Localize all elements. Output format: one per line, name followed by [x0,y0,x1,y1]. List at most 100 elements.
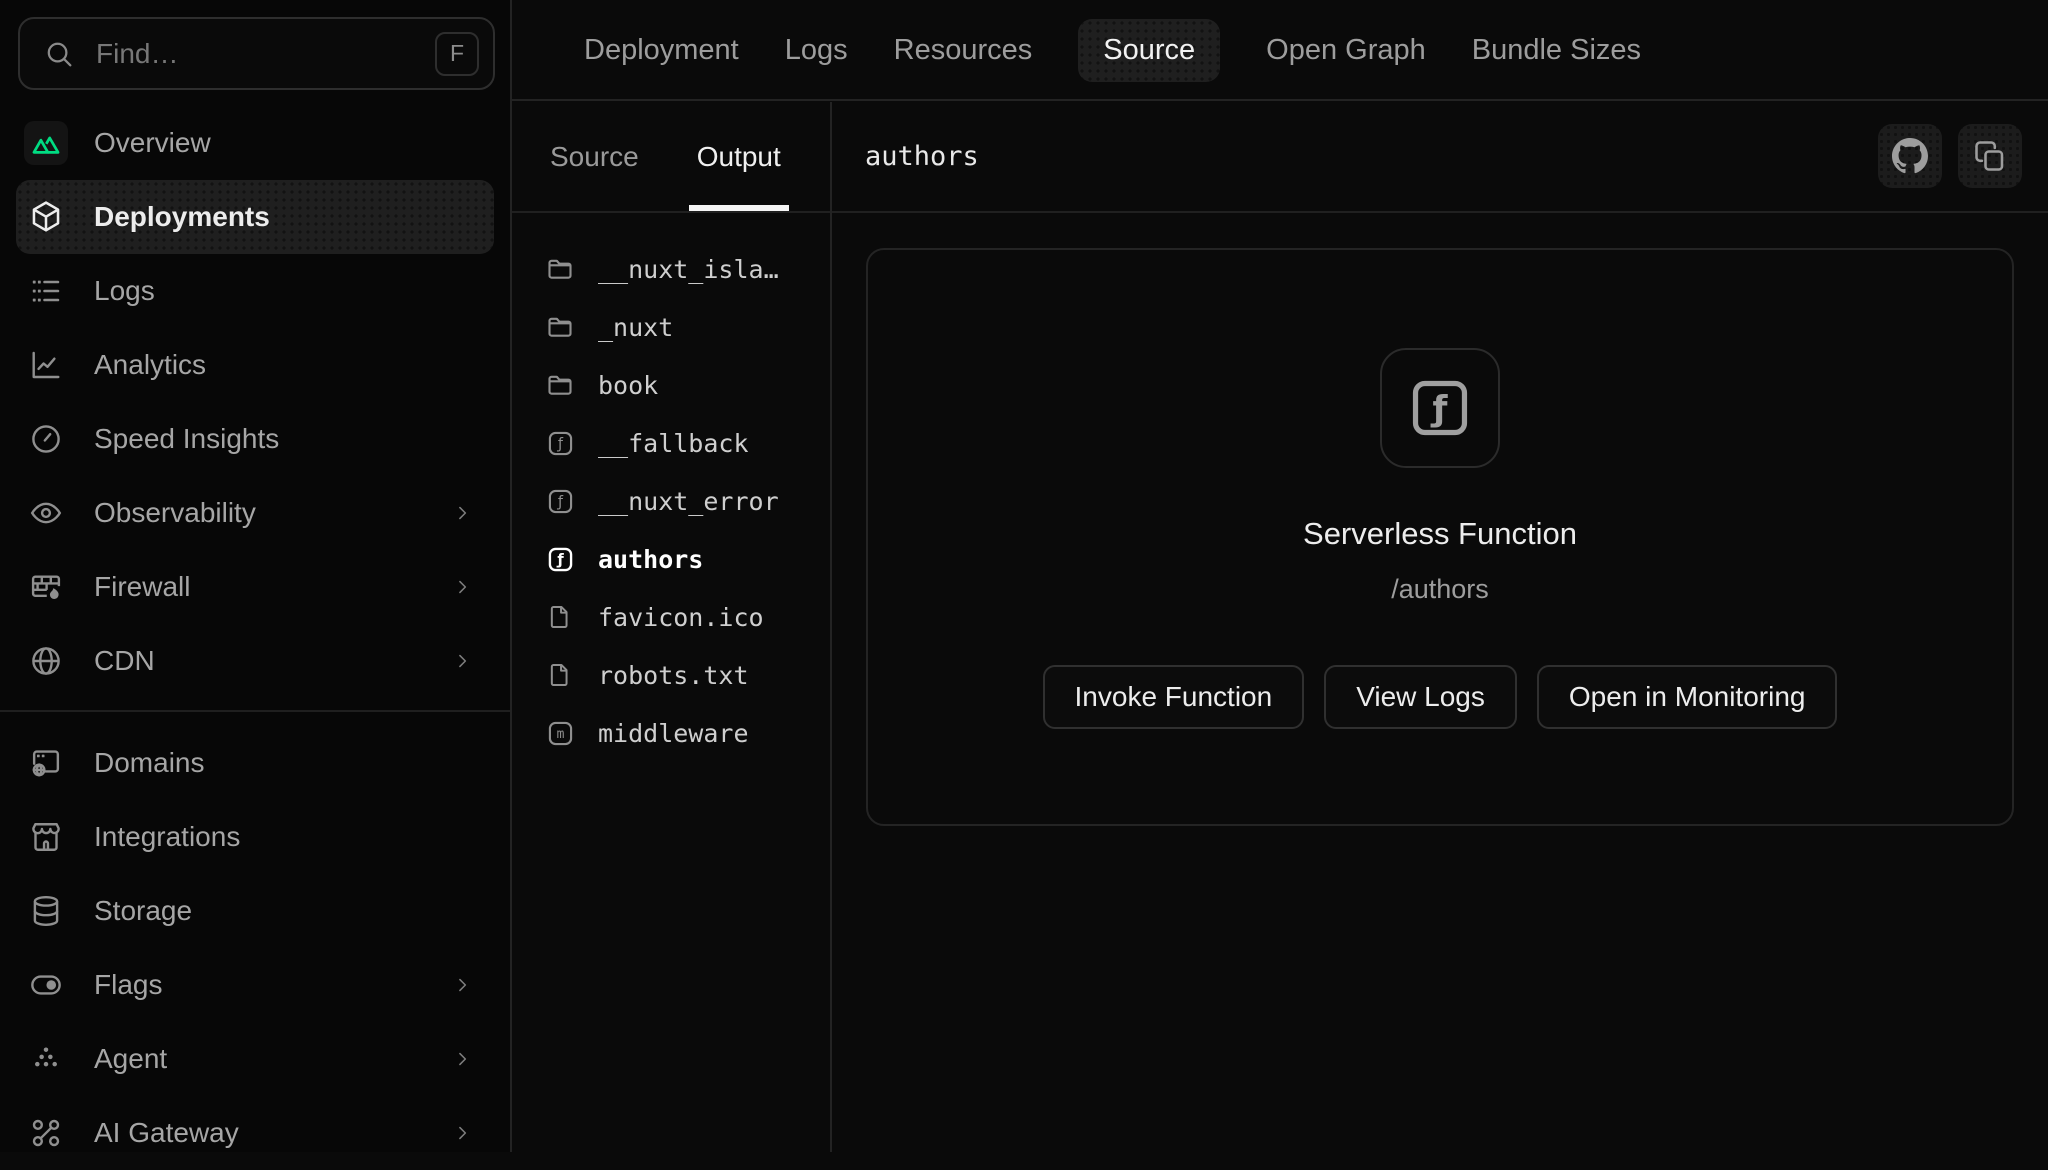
svg-text:ƒ: ƒ [1431,390,1449,430]
project-logo-icon [24,121,68,165]
sidebar-item-label: Integrations [94,821,240,853]
tree-item-name: __fallback [598,429,749,458]
view-logs-button[interactable]: View Logs [1324,665,1517,729]
github-button[interactable] [1878,124,1942,188]
browser-globe-icon [24,741,68,785]
copy-button[interactable] [1958,124,2022,188]
sidebar-item-ai-gateway[interactable]: AI Gateway [16,1096,494,1170]
tab-open-graph[interactable]: Open Graph [1266,34,1426,67]
selected-file-path: authors [865,102,979,211]
sidebar-item-label: Overview [94,127,211,159]
github-icon [1892,138,1928,174]
sidebar-item-label: Deployments [94,201,270,233]
tree-item-name: robots.txt [598,661,749,690]
tab-logs[interactable]: Logs [785,34,848,67]
sidebar: F Overview Deployments Logs Analytics [0,0,510,1152]
chart-icon [24,343,68,387]
subtab-output[interactable]: Output [697,102,781,211]
function-path: /authors [868,574,2012,605]
eye-icon [24,491,68,535]
tree-item-name: favicon.ico [598,603,764,632]
chevron-right-icon [452,1123,472,1143]
sidebar-item-agent[interactable]: Agent [16,1022,494,1096]
tab-bundle-sizes[interactable]: Bundle Sizes [1472,34,1641,67]
sidebar-item-deployments[interactable]: Deployments [16,180,494,254]
sidebar-item-speed-insights[interactable]: Speed Insights [16,402,494,476]
function-file-icon: ƒ [544,427,576,459]
sidebar-item-analytics[interactable]: Analytics [16,328,494,402]
svg-text:ƒ: ƒ [556,435,563,452]
tree-item-function[interactable]: ƒ __fallback [512,414,830,472]
sidebar-item-label: Logs [94,275,155,307]
tree-item-name: authors [598,545,703,574]
tree-item-folder[interactable]: __nuxt_isla… [512,240,830,298]
tree-item-folder[interactable]: book [512,356,830,414]
sidebar-item-domains[interactable]: Domains [16,726,494,800]
file-icon [544,659,576,691]
sidebar-item-cdn[interactable]: CDN [16,624,494,698]
function-file-icon: ƒ [544,543,576,575]
sidebar-item-integrations[interactable]: Integrations [16,800,494,874]
tree-item-function-selected[interactable]: ƒ authors [512,530,830,588]
sidebar-item-label: Firewall [94,571,190,603]
sidebar-nav: Overview Deployments Logs Analytics Spee [0,106,510,1170]
sidebar-item-label: Agent [94,1043,167,1075]
copy-icon [1972,138,2008,174]
sidebar-item-storage[interactable]: Storage [16,874,494,948]
search-box[interactable]: F [18,17,495,90]
tree-item-name: middleware [598,719,749,748]
toggle-icon [24,963,68,1007]
sidebar-item-label: Analytics [94,349,206,381]
sidebar-item-label: CDN [94,645,155,677]
cube-icon [24,195,68,239]
firewall-icon [24,565,68,609]
header-actions [1878,124,2022,188]
svg-text:ƒ: ƒ [556,493,563,510]
sidebar-item-label: Observability [94,497,256,529]
chevron-right-icon [452,1049,472,1069]
search-icon [42,37,76,71]
tree-item-file[interactable]: favicon.ico [512,588,830,646]
serverless-function-icon: ƒ [1380,348,1500,468]
tree-item-name: _nuxt [598,313,673,342]
function-file-icon: ƒ [544,485,576,517]
agent-dots-icon [24,1037,68,1081]
subtab-source[interactable]: Source [550,102,639,211]
tree-item-file[interactable]: robots.txt [512,646,830,704]
output-file-tree: __nuxt_isla… _nuxt book ƒ __fallback ƒ _… [512,240,830,762]
nodes-icon [24,1111,68,1155]
sidebar-item-flags[interactable]: Flags [16,948,494,1022]
tab-source[interactable]: Source [1078,19,1220,82]
chevron-right-icon [452,975,472,995]
gauge-icon [24,417,68,461]
source-panel-header: Source Output authors [512,102,2048,212]
tree-item-middleware[interactable]: m middleware [512,704,830,762]
source-output-tabs: Source Output [512,102,781,211]
sidebar-item-firewall[interactable]: Firewall [16,550,494,624]
sidebar-item-label: Speed Insights [94,423,279,455]
open-in-monitoring-button[interactable]: Open in Monitoring [1537,665,1838,729]
function-title: Serverless Function [868,516,2012,552]
sidebar-item-label: Storage [94,895,192,927]
tree-item-function[interactable]: ƒ __nuxt_error [512,472,830,530]
sidebar-item-observability[interactable]: Observability [16,476,494,550]
function-actions: Invoke Function View Logs Open in Monito… [868,665,2012,729]
sidebar-item-overview[interactable]: Overview [16,106,494,180]
chevron-right-icon [452,577,472,597]
sidebar-item-label: AI Gateway [94,1117,239,1149]
tab-resources[interactable]: Resources [894,34,1033,67]
tree-item-name: __nuxt_isla… [598,255,779,284]
invoke-function-button[interactable]: Invoke Function [1043,665,1305,729]
search-input[interactable] [94,37,417,71]
svg-text:m: m [556,727,564,742]
tree-item-folder[interactable]: _nuxt [512,298,830,356]
log-list-icon [24,269,68,313]
chevron-right-icon [452,503,472,523]
sidebar-item-label: Domains [94,747,204,779]
sidebar-item-logs[interactable]: Logs [16,254,494,328]
sidebar-item-label: Flags [94,969,162,1001]
header-bottom-divider [512,211,2048,213]
tree-item-name: __nuxt_error [598,487,779,516]
tab-deployment[interactable]: Deployment [584,34,739,67]
svg-text:ƒ: ƒ [556,551,564,568]
